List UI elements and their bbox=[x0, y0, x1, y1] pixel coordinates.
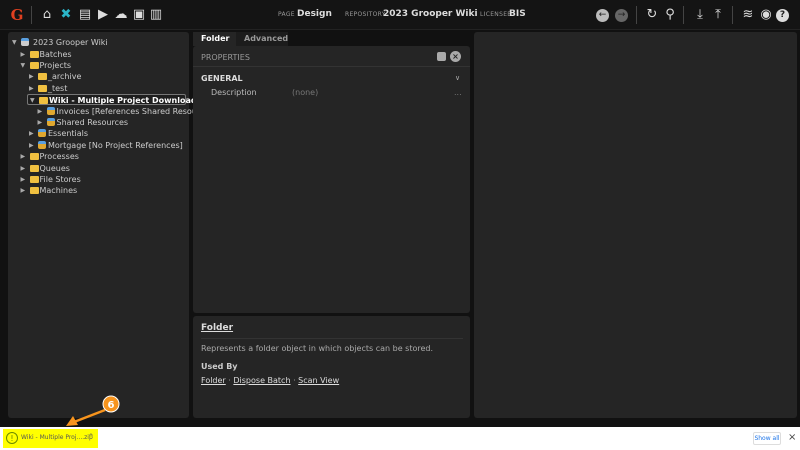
annotation-overlay: 6 bbox=[66, 395, 120, 426]
annotation-number: 6 bbox=[108, 400, 115, 411]
annotation-arrow bbox=[73, 408, 106, 424]
